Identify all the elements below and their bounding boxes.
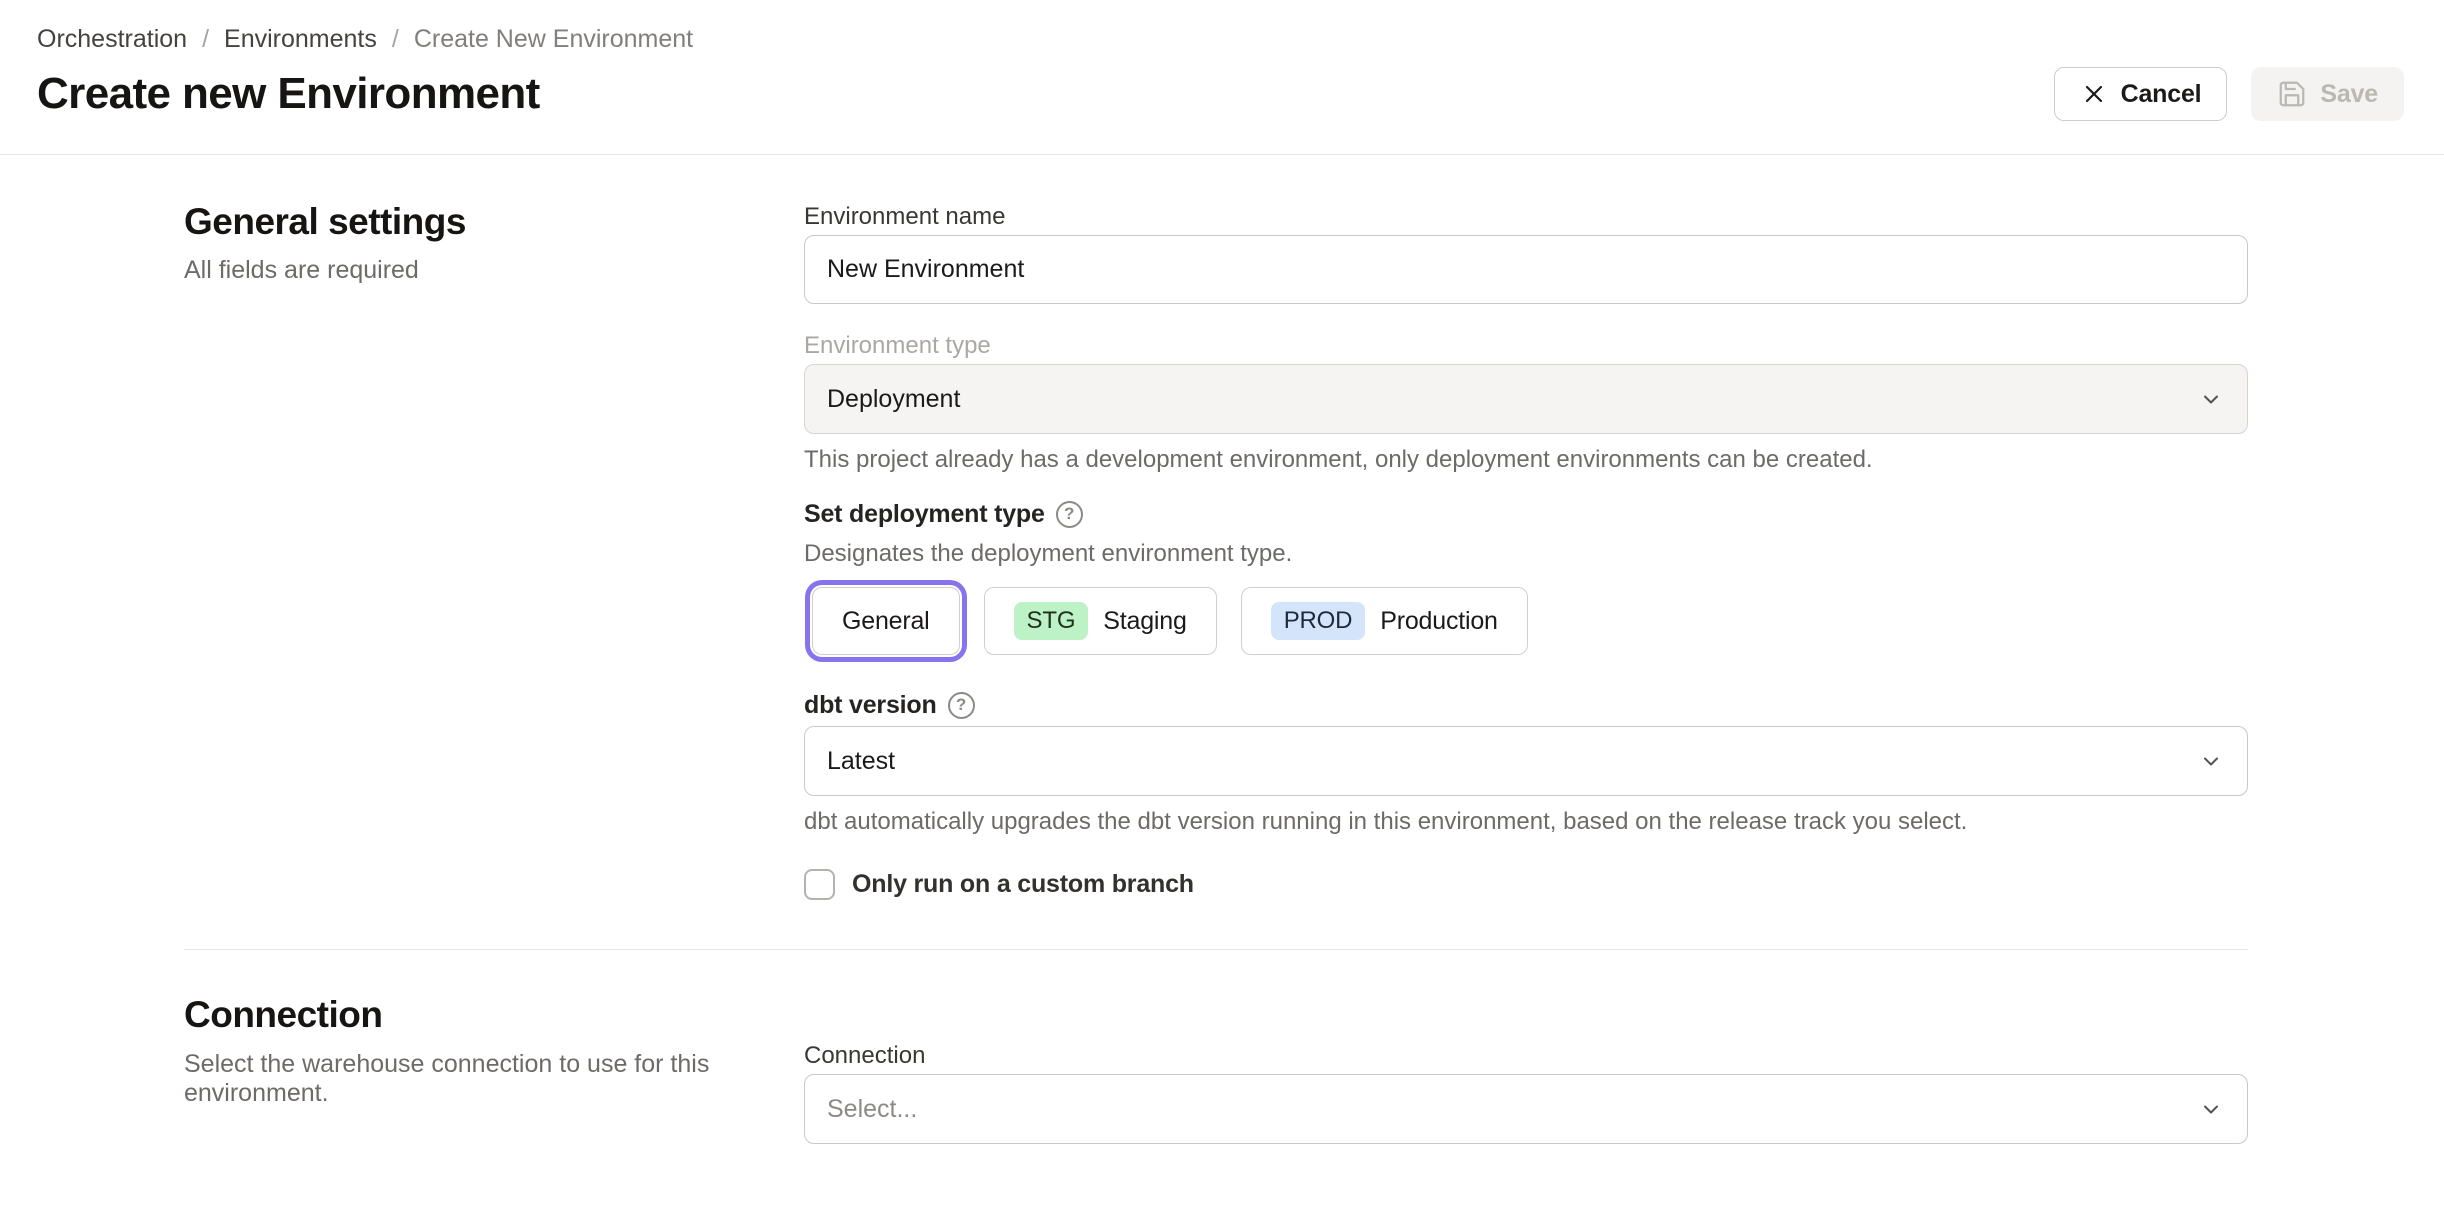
dbt-version-group: dbt version ? Latest dbt automatically u… [804,690,2248,837]
environment-name-label: Environment name [804,203,1006,230]
environment-type-label: Environment type [804,332,991,359]
connection-select[interactable]: Select... [804,1074,2248,1144]
environment-type-select[interactable]: Deployment [804,364,2248,434]
breadcrumb-separator: / [202,25,210,53]
dbt-version-value: Latest [827,746,896,775]
deployment-type-production-button[interactable]: PROD Production [1240,587,1528,655]
general-settings-subheading: All fields are required [184,256,419,284]
x-icon [2080,80,2108,108]
breadcrumb-orchestration[interactable]: Orchestration [37,24,187,54]
help-icon[interactable]: ? [1055,500,1083,528]
section-divider [184,949,2248,950]
connection-placeholder: Select... [827,1094,918,1123]
page-title: Create new Environment [37,69,540,118]
environment-name-group: Environment name [804,201,2248,304]
deployment-type-description: Designates the deployment environment ty… [804,540,1293,567]
save-button-label: Save [2320,79,2378,108]
chevron-down-icon [2197,747,2225,775]
cancel-button[interactable]: Cancel [2053,67,2228,121]
deployment-type-staging-label: Staging [1103,606,1187,635]
deployment-type-staging-button[interactable]: STG Staging [983,587,1217,655]
floppy-disk-icon [2277,79,2307,109]
custom-branch-row: Only run on a custom branch [804,869,2248,900]
general-settings-section: General settings All fields are required… [184,201,2248,900]
deployment-type-label: Set deployment type [804,500,1045,528]
environment-type-helper: This project already has a development e… [804,446,1873,473]
main-content: General settings All fields are required… [0,155,2444,1144]
breadcrumb: Orchestration / Environments / Create Ne… [37,24,2404,54]
connection-heading: Connection [184,994,383,1035]
cancel-button-label: Cancel [2120,79,2202,108]
header-actions: Cancel Save [2053,67,2404,121]
connection-label: Connection [804,1042,926,1069]
dbt-version-helper: dbt automatically upgrades the dbt versi… [804,808,1968,835]
save-button[interactable]: Save [2251,67,2404,121]
breadcrumb-separator: / [391,25,399,53]
chevron-down-icon [2197,385,2225,413]
connection-section: Connection Select the warehouse connecti… [184,994,2248,1144]
deployment-type-general-button[interactable]: General [812,587,960,655]
help-icon[interactable]: ? [947,691,975,719]
environment-type-group: Environment type Deployment This project… [804,330,2248,475]
environment-name-input[interactable] [804,235,2248,304]
deployment-type-production-label: Production [1380,606,1498,635]
production-badge: PROD [1270,602,1366,640]
environment-type-value: Deployment [827,384,961,413]
breadcrumb-create-new-environment: Create New Environment [413,25,694,53]
deployment-type-options: General STG Staging PROD Production [804,579,2248,663]
connection-group: Connection Select... [804,1040,2248,1144]
connection-description: Select the warehouse connection to use f… [184,1050,710,1107]
dbt-version-label: dbt version [804,691,937,719]
custom-branch-checkbox[interactable] [804,869,835,900]
dbt-version-select[interactable]: Latest [804,726,2248,796]
deployment-type-general-label: General [842,606,930,635]
staging-badge: STG [1013,602,1089,640]
custom-branch-label[interactable]: Only run on a custom branch [852,870,1194,899]
general-settings-heading: General settings [184,201,466,242]
breadcrumb-environments[interactable]: Environments [224,24,377,54]
chevron-down-icon [2197,1095,2225,1123]
page-header: Orchestration / Environments / Create Ne… [0,0,2444,155]
deployment-type-group: Set deployment type ? Designates the dep… [804,499,2248,663]
